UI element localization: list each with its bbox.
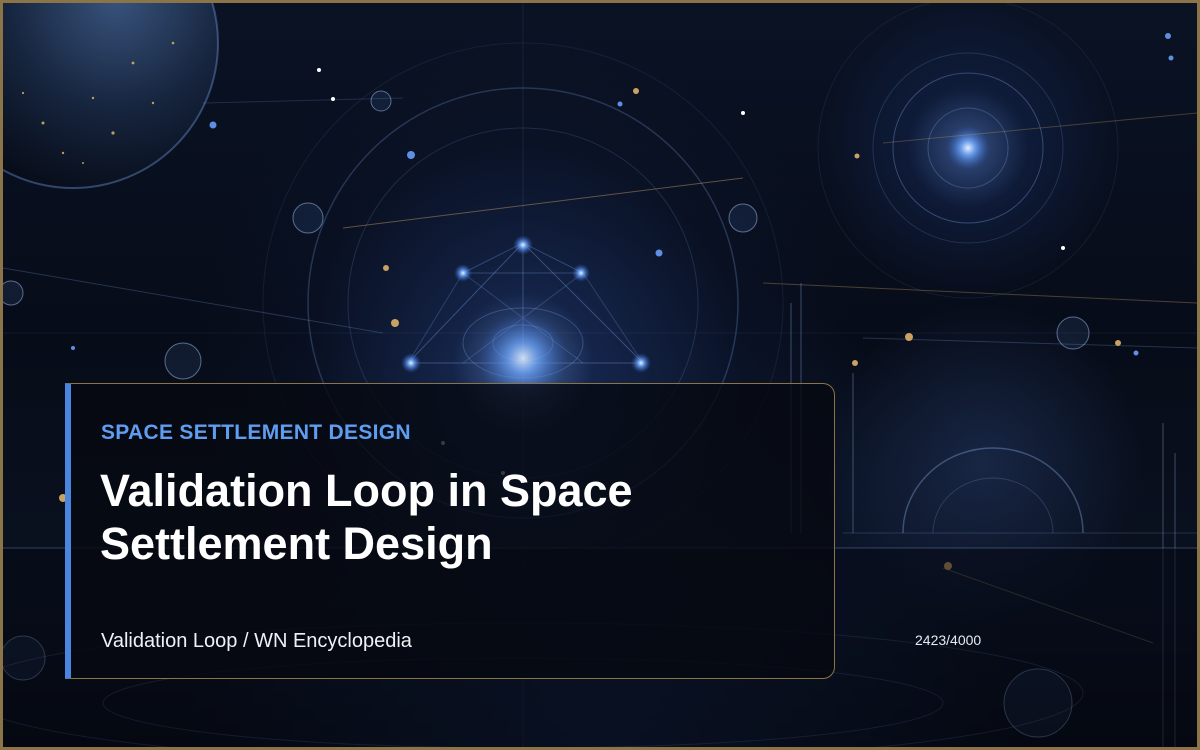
planet [3, 3, 219, 189]
source-line: Validation Loop / WN Encyclopedia [101, 630, 412, 652]
slide-counter: 2423/4000 [915, 632, 982, 648]
category-label: SPACE SETTLEMENT DESIGN [101, 421, 411, 444]
slide-title: Validation Loop in Space Settlement Desi… [100, 465, 633, 569]
slide: SPACE SETTLEMENT DESIGN Validation Loop … [0, 0, 1200, 750]
habitat-dome [843, 447, 1197, 534]
title-card: SPACE SETTLEMENT DESIGN Validation Loop … [65, 383, 835, 679]
